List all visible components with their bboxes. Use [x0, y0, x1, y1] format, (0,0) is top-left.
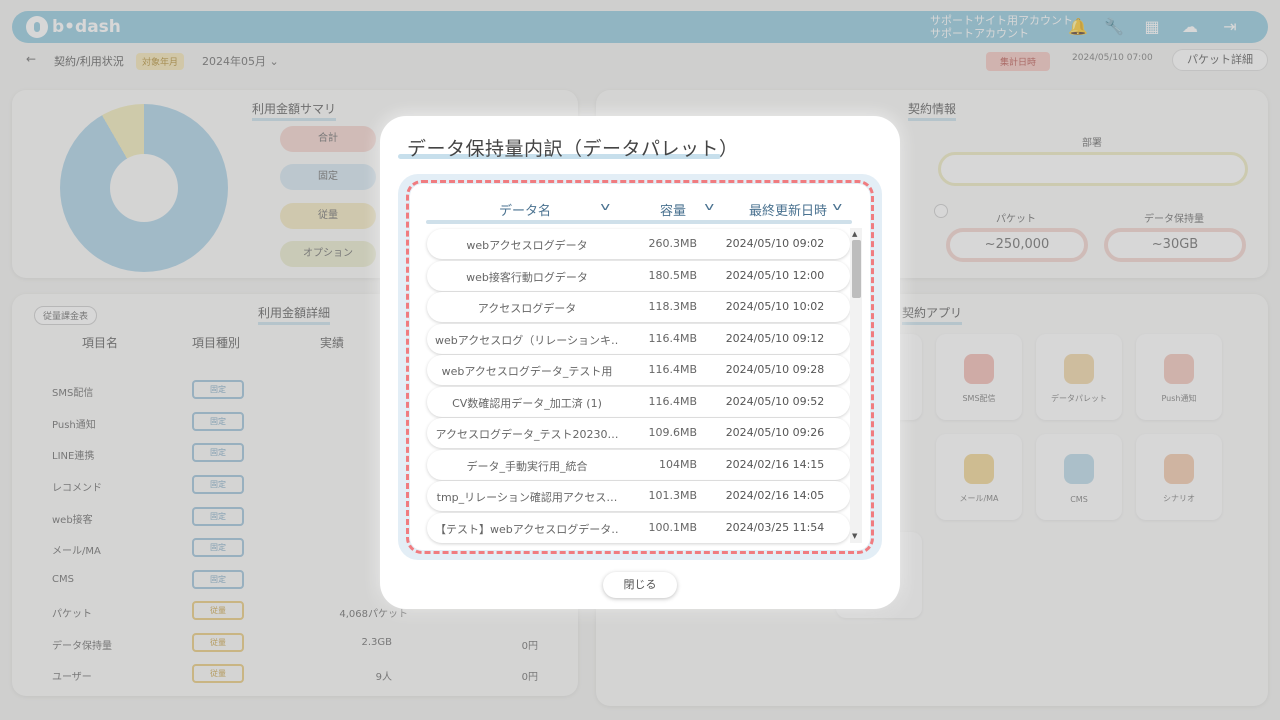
- scroll-up-icon[interactable]: ▲: [852, 230, 857, 238]
- row-updated: 2024/05/10 12:00: [725, 269, 825, 282]
- row-size: 118.3MB: [648, 300, 697, 313]
- row-data-name: web接客行動ログデータ: [466, 271, 588, 284]
- row-size: 116.4MB: [648, 363, 697, 376]
- row-updated: 2024/05/10 10:02: [725, 300, 825, 313]
- row-size: 100.1MB: [648, 521, 697, 534]
- row-size: 109.6MB: [648, 426, 697, 439]
- row-updated: 2024/02/16 14:15: [725, 458, 825, 471]
- row-data-name: webアクセスログ（リレーションキ…: [435, 334, 619, 347]
- table-row[interactable]: 【テスト】webアクセスログデータ… 100.1MB 2024/03/25 11…: [427, 513, 850, 543]
- row-data-name: webアクセスログデータ: [466, 239, 588, 252]
- row-data-name: tmp_リレーション確認用アクセス…: [436, 491, 618, 504]
- chevron-down-icon[interactable]: v: [600, 200, 610, 213]
- row-updated: 2024/03/25 11:54: [725, 521, 825, 534]
- row-size: 260.3MB: [648, 237, 697, 250]
- table-row[interactable]: tmp_リレーション確認用アクセス… 101.3MB 2024/02/16 14…: [427, 481, 850, 511]
- row-data-name: アクセスログデータ_テスト20230…: [435, 428, 619, 441]
- chevron-down-icon[interactable]: v: [704, 200, 714, 213]
- table-row[interactable]: アクセスログデータ_テスト20230… 109.6MB 2024/05/10 0…: [427, 418, 850, 448]
- row-updated: 2024/05/10 09:26: [725, 426, 825, 439]
- scrollbar-thumb[interactable]: [852, 240, 861, 298]
- table-row[interactable]: webアクセスログ（リレーションキ… 116.4MB 2024/05/10 09…: [427, 324, 850, 354]
- data-storage-modal: データ保持量内訳（データパレット） データ名 v 容量 v 最終更新日時 v w…: [380, 116, 900, 609]
- row-updated: 2024/05/10 09:28: [725, 363, 825, 376]
- table-row[interactable]: アクセスログデータ 118.3MB 2024/05/10 10:02: [427, 292, 850, 322]
- table-row[interactable]: データ_手動実行用_統合 104MB 2024/02/16 14:15: [427, 450, 850, 480]
- row-size: 116.4MB: [648, 332, 697, 345]
- row-data-name: アクセスログデータ: [477, 302, 577, 315]
- row-updated: 2024/05/10 09:12: [725, 332, 825, 345]
- close-button[interactable]: 閉じる: [603, 572, 677, 598]
- row-updated: 2024/02/16 14:05: [725, 489, 825, 502]
- scroll-down-icon[interactable]: ▼: [852, 532, 857, 540]
- row-updated: 2024/05/10 09:02: [725, 237, 825, 250]
- column-header-size[interactable]: 容量: [660, 200, 686, 219]
- column-header-name[interactable]: データ名: [499, 200, 551, 219]
- header-underline: [426, 220, 852, 224]
- row-size: 116.4MB: [648, 395, 697, 408]
- table-row[interactable]: webアクセスログデータ 260.3MB 2024/05/10 09:02: [427, 229, 850, 259]
- table-row[interactable]: webアクセスログデータ_テスト用 116.4MB 2024/05/10 09:…: [427, 355, 850, 385]
- row-data-name: 【テスト】webアクセスログデータ…: [435, 523, 619, 536]
- row-data-name: CV数確認用データ_加工済 (1): [452, 397, 602, 410]
- table-row[interactable]: CV数確認用データ_加工済 (1) 116.4MB 2024/05/10 09:…: [427, 387, 850, 417]
- row-size: 101.3MB: [648, 489, 697, 502]
- row-size: 180.5MB: [648, 269, 697, 282]
- table-row[interactable]: web接客行動ログデータ 180.5MB 2024/05/10 12:00: [427, 261, 850, 291]
- row-size: 104MB: [658, 458, 697, 471]
- row-data-name: webアクセスログデータ_テスト用: [441, 365, 613, 378]
- chevron-down-icon[interactable]: v: [832, 200, 842, 213]
- modal-title: データ保持量内訳（データパレット）: [407, 138, 739, 160]
- row-data-name: データ_手動実行用_統合: [466, 460, 588, 473]
- row-updated: 2024/05/10 09:52: [725, 395, 825, 408]
- column-header-updated[interactable]: 最終更新日時: [749, 200, 827, 219]
